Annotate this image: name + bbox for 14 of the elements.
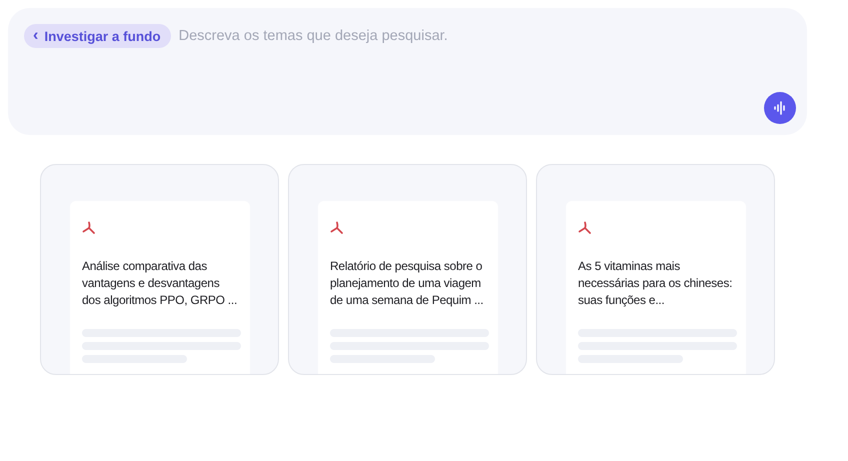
report-title: Análise comparativa das vantagens e desvantagens dos algoritmos PPO, GRPO ... [82, 258, 238, 309]
report-title: As 5 vitaminas mais necessárias para os chineses: suas funções e... [578, 258, 734, 309]
back-icon: ‹ [33, 28, 38, 44]
report-card[interactable]: Relatório de pesquisa sobre o planejamento de uma viagem de uma semana de Pequim ... [288, 164, 527, 375]
deep-research-chip[interactable]: ‹ Investigar a fundo [24, 24, 171, 48]
pdf-icon [578, 221, 592, 235]
pdf-icon [330, 221, 344, 235]
sound-wave-icon [773, 101, 787, 115]
report-card[interactable]: As 5 vitaminas mais necessárias para os chineses: suas funções e... [536, 164, 775, 375]
report-title: Relatório de pesquisa sobre o planejamento de uma viagem de uma semana de Pequim ... [330, 258, 484, 309]
voice-button[interactable] [764, 92, 796, 124]
prompt-input[interactable]: Descreva os temas que deseja pesquisar. [178, 25, 679, 47]
report-card[interactable]: Análise comparativa das vantagens e desvantagens dos algoritmos PPO, GRPO ... [40, 164, 279, 375]
pdf-icon [82, 221, 96, 235]
